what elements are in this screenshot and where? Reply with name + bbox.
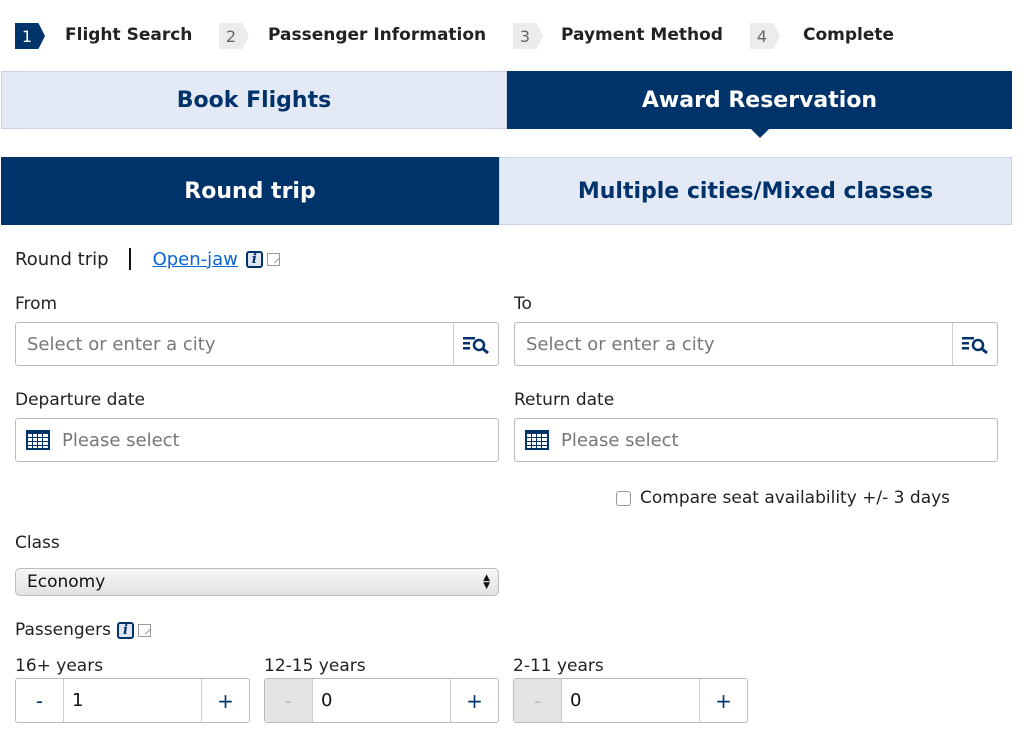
divider — [128, 248, 131, 270]
external-link-icon — [137, 623, 151, 637]
departure-date-field[interactable]: Please select — [15, 418, 499, 462]
trip-type-current: Round trip — [15, 248, 109, 270]
compare-checkbox[interactable] — [616, 490, 631, 506]
from-field[interactable]: Select or enter a city — [15, 322, 499, 366]
from-input[interactable]: Select or enter a city — [16, 334, 215, 355]
external-link-icon — [266, 252, 280, 266]
to-field[interactable]: Select or enter a city — [514, 322, 998, 366]
tab-award-reservation[interactable]: Award Reservation — [507, 71, 1012, 129]
youth-plus-button[interactable]: + — [451, 679, 498, 722]
youth-count-input[interactable]: 0 — [312, 679, 451, 722]
passengers-label: Passengers — [15, 620, 111, 640]
adult-stepper: - 1 + — [15, 678, 250, 723]
from-label: From — [15, 294, 58, 314]
adult-minus-button[interactable]: - — [16, 679, 63, 722]
child-plus-button[interactable]: + — [700, 679, 747, 722]
step-4-label: Complete — [803, 25, 895, 45]
youth-label: 12-15 years — [264, 656, 366, 676]
open-jaw-link[interactable]: Open-jaw — [153, 249, 238, 270]
youth-minus-button[interactable]: - — [265, 679, 312, 722]
active-tab-indicator — [750, 128, 770, 138]
info-icon[interactable]: i — [245, 250, 263, 268]
child-minus-button[interactable]: - — [514, 679, 561, 722]
step-2-badge: 2 — [219, 23, 249, 49]
class-label: Class — [15, 533, 60, 553]
return-label: Return date — [514, 390, 615, 410]
return-date-field[interactable]: Please select — [514, 418, 998, 462]
class-value: Economy — [27, 572, 106, 592]
to-input[interactable]: Select or enter a city — [515, 334, 714, 355]
adult-count-input[interactable]: 1 — [63, 679, 202, 722]
step-4-badge: 4 — [750, 23, 780, 49]
tab-round-trip[interactable]: Round trip — [1, 157, 499, 225]
step-2-label: Passenger Information — [268, 25, 487, 45]
city-search-icon[interactable] — [952, 323, 997, 365]
compare-label: Compare seat availability +/- 3 days — [640, 488, 951, 508]
class-select[interactable]: Economy ▲ ▼ — [15, 568, 499, 596]
step-1-badge: 1 — [15, 23, 45, 49]
to-label: To — [514, 294, 532, 314]
step-3-badge: 3 — [513, 23, 543, 49]
city-search-icon[interactable] — [453, 323, 498, 365]
tab-book-flights[interactable]: Book Flights — [1, 71, 507, 129]
calendar-icon — [525, 430, 549, 450]
child-count-input[interactable]: 0 — [561, 679, 700, 722]
step-3-label: Payment Method — [561, 25, 723, 45]
departure-date-input[interactable]: Please select — [62, 430, 180, 451]
return-date-input[interactable]: Please select — [561, 430, 679, 451]
youth-stepper: - 0 + — [264, 678, 499, 723]
child-stepper: - 0 + — [513, 678, 748, 723]
step-1-label: Flight Search — [65, 25, 193, 45]
select-arrows-icon: ▲ ▼ — [483, 573, 490, 591]
info-icon[interactable]: i — [116, 621, 134, 639]
calendar-icon — [26, 430, 50, 450]
departure-label: Departure date — [15, 390, 145, 410]
adult-plus-button[interactable]: + — [202, 679, 249, 722]
adult-label: 16+ years — [15, 656, 104, 676]
child-label: 2-11 years — [513, 656, 604, 676]
tab-multiple-cities[interactable]: Multiple cities/Mixed classes — [499, 157, 1012, 225]
